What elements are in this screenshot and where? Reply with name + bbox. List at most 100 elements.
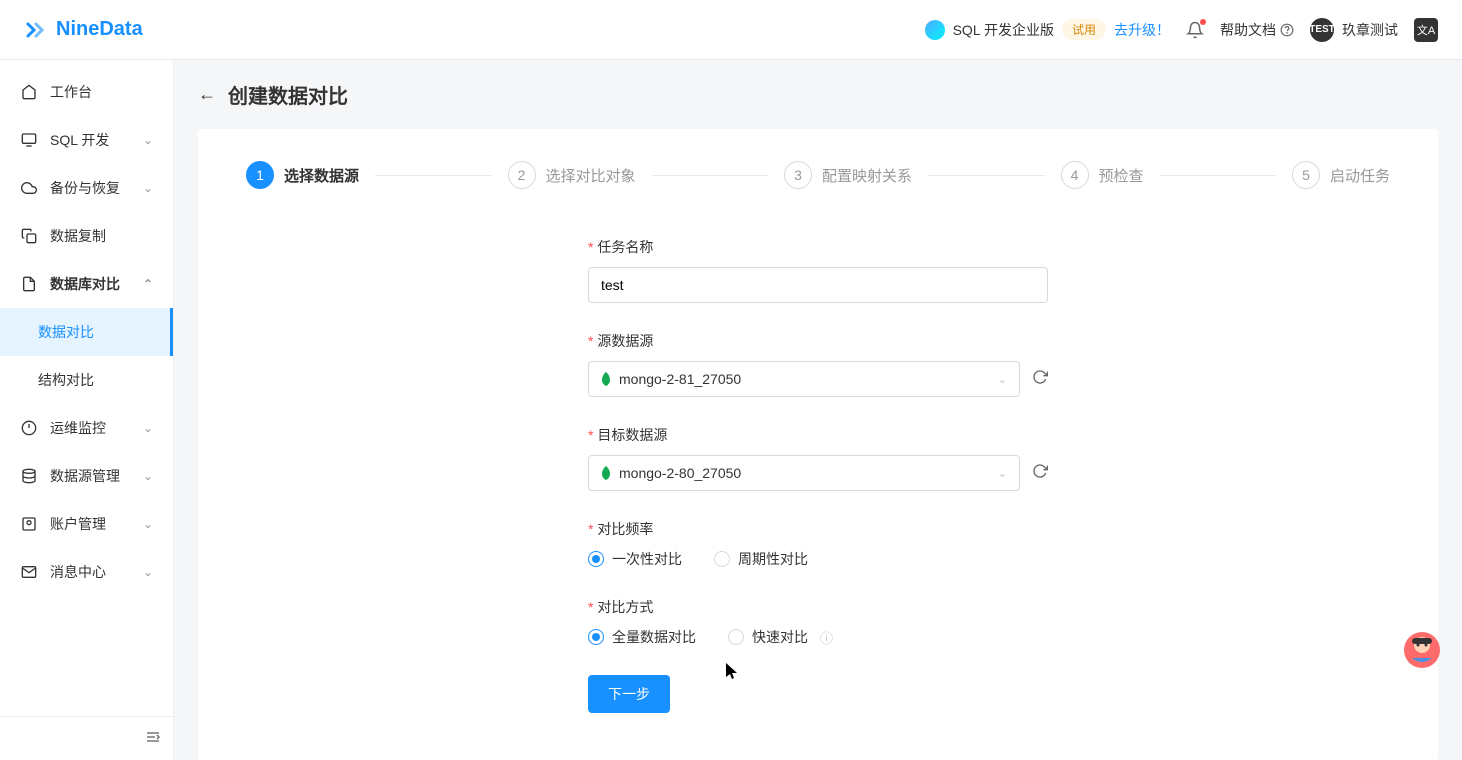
source-select[interactable]: mongo-2-81_27050 ⌄ (588, 361, 1020, 397)
sidebar-item-label: 数据源管理 (50, 466, 120, 486)
copy-icon (20, 227, 38, 245)
chevron-down-icon: ⌄ (143, 181, 153, 195)
form-item-mode: 对比方式 全量数据对比 快速对比 ⓘ (588, 597, 1048, 647)
sidebar-item-ops-monitor[interactable]: 运维监控 ⌄ (0, 404, 173, 452)
refresh-target-btn[interactable] (1032, 463, 1048, 484)
step-2: 2 选择对比对象 (508, 161, 636, 189)
sidebar-item-backup[interactable]: 备份与恢复 ⌄ (0, 164, 173, 212)
sidebar-item-replication[interactable]: 数据复制 (0, 212, 173, 260)
sidebar-item-messages[interactable]: 消息中心 ⌄ (0, 548, 173, 596)
sidebar-item-workspace[interactable]: 工作台 (0, 68, 173, 116)
sidebar-item-label: 数据库对比 (50, 274, 120, 294)
step-divider (375, 175, 491, 176)
step-label: 选择数据源 (284, 165, 359, 186)
step-label: 选择对比对象 (546, 165, 636, 186)
freq-label: 对比频率 (588, 519, 1048, 539)
step-number: 1 (246, 161, 274, 189)
chevron-down-icon: ⌄ (143, 469, 153, 483)
mongodb-icon (601, 372, 611, 386)
help-icon[interactable]: ⓘ (820, 628, 833, 647)
question-circle-icon (1280, 23, 1294, 37)
sidebar-item-struct-compare[interactable]: 结构对比 (0, 356, 173, 404)
step-label: 启动任务 (1330, 165, 1390, 186)
top-header: NineData SQL 开发企业版 试用 去升级！ 帮助文档 TEST 玖章测… (0, 0, 1462, 60)
upgrade-link[interactable]: 去升级！ (1114, 20, 1170, 40)
sidebar-item-data-compare[interactable]: 数据对比 (0, 308, 173, 356)
home-icon (20, 83, 38, 101)
database-icon (20, 467, 38, 485)
user-name: 玖章测试 (1342, 20, 1398, 40)
header-right: SQL 开发企业版 试用 去升级！ 帮助文档 TEST 玖章测试 文A (925, 18, 1438, 42)
avatar-icon (1402, 630, 1442, 670)
language-icon[interactable]: 文A (1414, 18, 1438, 42)
step-number: 2 (508, 161, 536, 189)
radio-circle (728, 629, 744, 645)
steps: 1 选择数据源 2 选择对比对象 3 配置映射关系 4 预检查 (246, 161, 1390, 189)
sidebar-item-label: 数据复制 (50, 226, 106, 246)
mail-icon (20, 563, 38, 581)
chevron-down-icon: ⌄ (143, 421, 153, 435)
bell-icon[interactable] (1186, 21, 1204, 39)
sidebar-item-label: 工作台 (50, 82, 92, 102)
sidebar-item-account-mgmt[interactable]: 账户管理 ⌄ (0, 500, 173, 548)
back-button[interactable]: ← (198, 84, 216, 105)
form-item-target: 目标数据源 mongo-2-80_27050 ⌄ (588, 425, 1048, 491)
chevron-down-icon: ⌄ (143, 565, 153, 579)
step-divider (928, 175, 1044, 176)
sidebar-item-label: 备份与恢复 (50, 178, 120, 198)
radio-quick[interactable]: 快速对比 ⓘ (728, 627, 833, 647)
cloud-icon (20, 179, 38, 197)
refresh-icon (1032, 369, 1048, 385)
logo-text: NineData (56, 18, 143, 41)
radio-label: 快速对比 (752, 627, 808, 647)
task-name-input[interactable] (588, 267, 1048, 303)
mode-label: 对比方式 (588, 597, 1048, 617)
help-link[interactable]: 帮助文档 (1220, 20, 1294, 40)
sidebar-item-label: 数据对比 (38, 322, 94, 342)
form-item-source: 源数据源 mongo-2-81_27050 ⌄ (588, 331, 1048, 397)
refresh-source-btn[interactable] (1032, 369, 1048, 390)
sidebar-item-label: 运维监控 (50, 418, 106, 438)
step-1: 1 选择数据源 (246, 161, 359, 189)
next-button[interactable]: 下一步 (588, 675, 670, 713)
sidebar-item-datasource-mgmt[interactable]: 数据源管理 ⌄ (0, 452, 173, 500)
target-label: 目标数据源 (588, 425, 1048, 445)
step-number: 3 (784, 161, 812, 189)
target-select[interactable]: mongo-2-80_27050 ⌄ (588, 455, 1020, 491)
support-avatar[interactable] (1402, 630, 1442, 670)
step-label: 预检查 (1099, 165, 1144, 186)
radio-once[interactable]: 一次性对比 (588, 549, 682, 569)
target-value: mongo-2-80_27050 (619, 465, 741, 481)
globe-icon (925, 20, 945, 40)
user-icon (20, 515, 38, 533)
page-title: 创建数据对比 (228, 80, 348, 109)
sidebar-item-sql-dev[interactable]: SQL 开发 ⌄ (0, 116, 173, 164)
step-divider (1160, 175, 1276, 176)
user-menu[interactable]: TEST 玖章测试 (1310, 18, 1398, 42)
sql-text: SQL 开发企业版 (953, 20, 1054, 40)
sidebar-item-label: 结构对比 (38, 370, 94, 390)
step-number: 5 (1292, 161, 1320, 189)
radio-circle (588, 551, 604, 567)
step-number: 4 (1061, 161, 1089, 189)
alert-icon (20, 419, 38, 437)
logo-icon (24, 18, 48, 42)
collapse-sidebar-btn[interactable] (0, 716, 173, 760)
mongodb-icon (601, 466, 611, 480)
radio-periodic[interactable]: 周期性对比 (714, 549, 808, 569)
source-label: 源数据源 (588, 331, 1048, 351)
sidebar-item-db-compare[interactable]: 数据库对比 ⌃ (0, 260, 173, 308)
chevron-down-icon: ⌄ (998, 373, 1007, 386)
page-header: ← 创建数据对比 (174, 60, 1462, 129)
chevron-down-icon: ⌄ (998, 467, 1007, 480)
user-avatar: TEST (1310, 18, 1334, 42)
logo[interactable]: NineData (24, 18, 143, 42)
radio-full[interactable]: 全量数据对比 (588, 627, 696, 647)
trial-badge: 试用 (1062, 19, 1106, 40)
radio-label: 一次性对比 (612, 549, 682, 569)
chevron-down-icon: ⌄ (143, 133, 153, 147)
form-item-frequency: 对比频率 一次性对比 周期性对比 (588, 519, 1048, 569)
sql-badge: SQL 开发企业版 试用 去升级！ (925, 19, 1170, 40)
form-item-task-name: 任务名称 (588, 237, 1048, 303)
monitor-icon (20, 131, 38, 149)
